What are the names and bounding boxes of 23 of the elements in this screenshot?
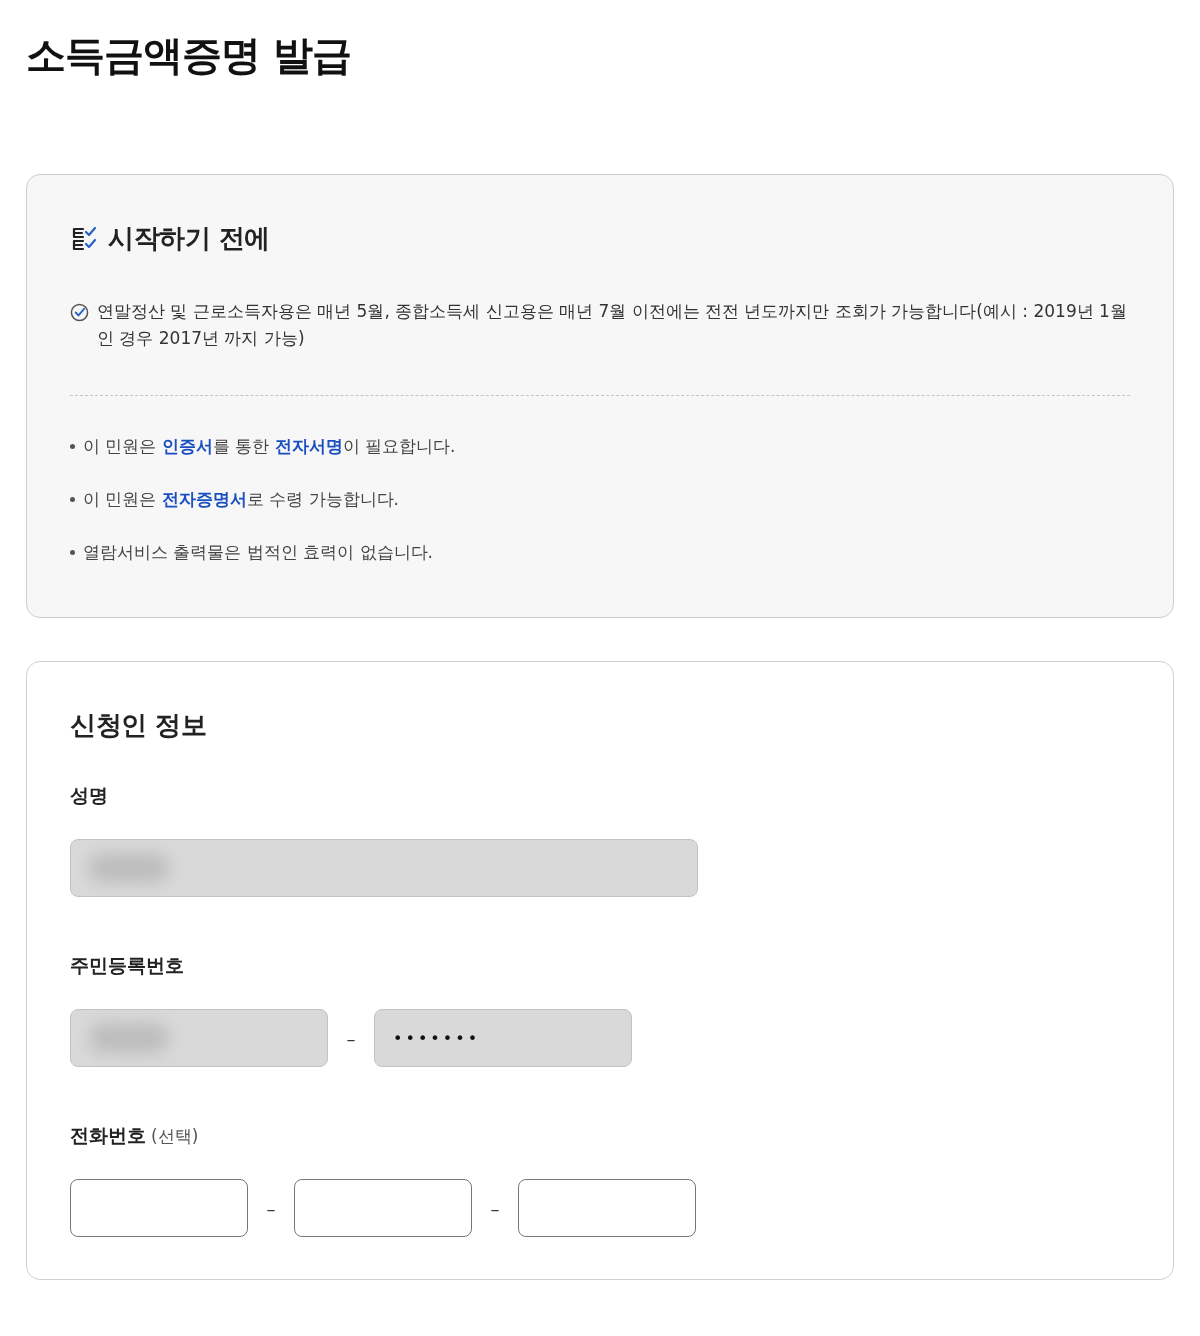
- separator: –: [489, 1197, 501, 1219]
- bullet-text: 이 민원은 전자증명서로 수령 가능합니다.: [83, 488, 400, 511]
- checklist-icon: [70, 224, 98, 253]
- optional-note: (선택): [151, 1125, 199, 1148]
- field-value: •••••••: [393, 1028, 481, 1048]
- bullet-text: 이 민원은 인증서를 통한 전자서명이 필요합니다.: [83, 435, 456, 458]
- separator: –: [345, 1027, 357, 1049]
- bullet-dot: [70, 550, 75, 555]
- field-label: 성명: [70, 783, 108, 808]
- notice-text: 연말정산 및 근로소득자용은 매년 5월, 종합소득세 신고용은 매년 7월 이전에는 전전 년도까지만 조회가 가능합니다(예시 : 2019년 1월 인 경우 2017년 까지 가능): [97, 300, 1128, 350]
- separator: –: [265, 1197, 277, 1219]
- page-title: 소득금액증명 발급: [26, 31, 352, 80]
- input-field[interactable]: [518, 1179, 696, 1237]
- input-field[interactable]: [70, 1179, 248, 1237]
- bullet-dot: [70, 444, 75, 449]
- notice-title: 시작하기 전에: [108, 222, 270, 255]
- field-label: 전화번호: [70, 1123, 146, 1148]
- section-title: 신청인 정보: [70, 709, 208, 742]
- bullet-text: 열람서비스 출력물은 법적인 효력이 없습니다.: [83, 541, 434, 564]
- bullet-dot: [70, 497, 75, 502]
- check-circle-icon: [70, 303, 89, 322]
- field-label: 주민등록번호: [70, 953, 184, 978]
- input-field[interactable]: [294, 1179, 472, 1237]
